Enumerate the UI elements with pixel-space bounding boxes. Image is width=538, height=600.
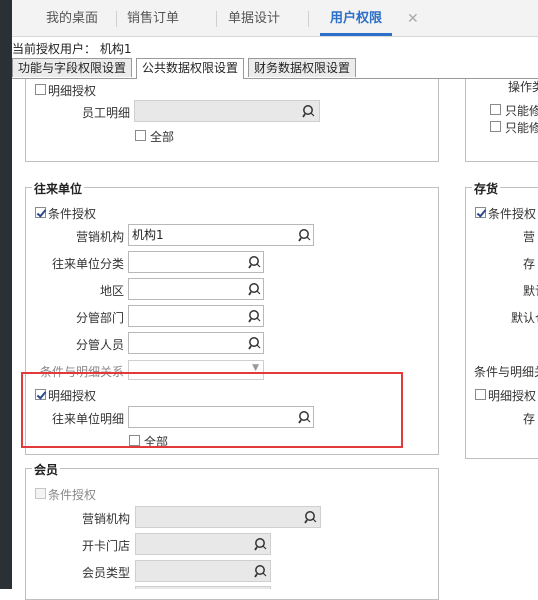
- wanglai-dept-input[interactable]: [128, 305, 264, 327]
- search-icon[interactable]: [254, 564, 268, 578]
- permission-subtabs: 功能与字段权限设置 公共数据权限设置 财务数据权限设置: [12, 58, 538, 79]
- top-tab-bar: 我的桌面 销售订单 单据设计 用户权限 ✕: [12, 0, 538, 37]
- search-icon[interactable]: [248, 282, 262, 296]
- subtab-public-data[interactable]: 公共数据权限设置: [136, 58, 245, 79]
- search-icon[interactable]: [248, 255, 262, 269]
- wanglai-staff-label: 分管人员: [75, 338, 124, 352]
- employee-detail-label: 员工明细: [81, 106, 130, 120]
- wanglai-category-input[interactable]: [128, 251, 264, 273]
- search-icon[interactable]: [302, 104, 316, 118]
- wanglai-org-label: 营销机构: [75, 230, 124, 244]
- tab-sales-order[interactable]: 销售订单: [127, 0, 179, 36]
- search-icon[interactable]: [304, 510, 318, 524]
- huiyuan-group-title: 会员: [32, 461, 61, 478]
- cunhuo-cond-auth-label: 条件授权: [488, 207, 537, 221]
- tab-separator: [308, 11, 309, 27]
- huiyuan-cond-auth-checkbox[interactable]: [35, 488, 46, 499]
- tab-document-design[interactable]: 单据设计: [228, 0, 280, 36]
- cunhuo-default-warehouse-label: 默认仓: [511, 311, 538, 325]
- search-icon[interactable]: [254, 537, 268, 551]
- wanglai-cond-auth-label: 条件授权: [48, 207, 97, 221]
- highlight-box: [21, 372, 403, 448]
- cunhuo-default-label: 默认: [523, 284, 538, 298]
- cunhuo-detail-auth-checkbox[interactable]: [475, 389, 486, 400]
- subtab-function-field[interactable]: 功能与字段权限设置: [12, 58, 133, 77]
- huiyuan-org-label: 营销机构: [81, 512, 130, 526]
- operation-label: 操作类: [508, 80, 538, 94]
- employee-detail-input[interactable]: [134, 100, 320, 122]
- employee-detail-auth-checkbox[interactable]: [35, 84, 46, 95]
- only-modify-label-2: 只能修: [505, 121, 538, 135]
- employee-all-label: 全部: [150, 130, 175, 144]
- close-icon[interactable]: ✕: [407, 0, 419, 38]
- wanglai-org-input[interactable]: 机构1: [128, 224, 314, 246]
- employee-detail-auth-label: 明细授权: [48, 84, 97, 98]
- huiyuan-cond-auth-label: 条件授权: [48, 488, 97, 502]
- cunhuo-detail-label: 存: [523, 412, 536, 426]
- huiyuan-type-input[interactable]: [135, 560, 271, 582]
- huiyuan-store-input[interactable]: [135, 533, 271, 555]
- tab-my-desktop[interactable]: 我的桌面: [46, 0, 98, 36]
- search-icon[interactable]: [248, 309, 262, 323]
- cunhuo-org-label: 营: [523, 230, 536, 244]
- search-icon[interactable]: [248, 336, 262, 350]
- wanglai-dept-label: 分管部门: [75, 311, 124, 325]
- only-modify-checkbox-2[interactable]: [490, 121, 501, 132]
- subtab-finance-data[interactable]: 财务数据权限设置: [248, 58, 357, 77]
- tab-separator: [116, 11, 117, 27]
- only-modify-checkbox-1[interactable]: [490, 104, 501, 115]
- huiyuan-type-label: 会员类型: [81, 566, 130, 580]
- huiyuan-org-input[interactable]: [135, 506, 321, 528]
- cunhuo-group-title: 存货: [472, 180, 501, 197]
- search-icon[interactable]: [298, 228, 312, 242]
- wanglai-category-label: 往来单位分类: [51, 257, 124, 271]
- wanglai-cond-auth-checkbox[interactable]: [35, 207, 46, 218]
- left-sidebar-strip: [0, 0, 12, 589]
- wanglai-region-input[interactable]: [128, 278, 264, 300]
- wanglai-group-title: 往来单位: [32, 180, 85, 197]
- cunhuo-cond-auth-checkbox[interactable]: [475, 207, 486, 218]
- cunhuo-detail-auth-label: 明细授权: [488, 389, 537, 403]
- cunhuo-relation-label: 条件与明细关: [474, 365, 538, 379]
- tab-user-permission[interactable]: 用户权限: [320, 0, 393, 36]
- cunhuo-store-label: 存: [523, 257, 536, 271]
- current-user-label: 当前授权用户： 机构1: [12, 42, 132, 56]
- tab-separator: [216, 11, 217, 27]
- only-modify-label-1: 只能修: [505, 104, 538, 118]
- wanglai-region-label: 地区: [99, 284, 124, 298]
- huiyuan-store-label: 开卡门店: [81, 539, 130, 553]
- employee-all-checkbox[interactable]: [135, 130, 146, 141]
- wanglai-staff-input[interactable]: [128, 332, 264, 354]
